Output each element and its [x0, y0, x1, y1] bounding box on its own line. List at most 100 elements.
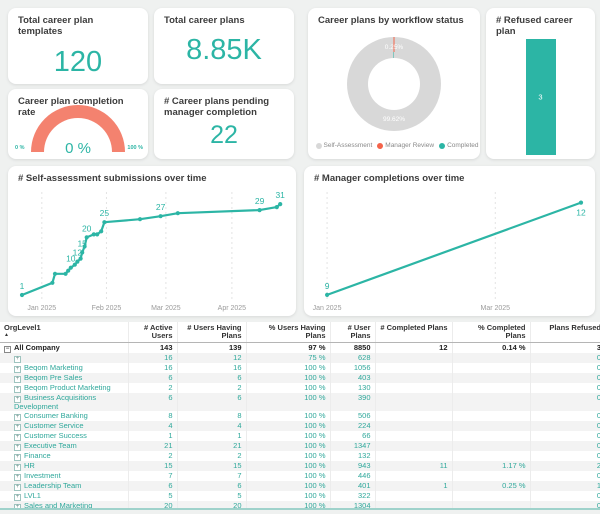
data-point[interactable] — [69, 266, 73, 270]
org-name-cell[interactable]: +Customer Service — [0, 421, 128, 431]
legend-label: Self-Assessment — [324, 142, 373, 149]
column-header[interactable]: # Completed Plans — [375, 322, 452, 342]
kpi-value: 8.85K — [154, 34, 294, 67]
value-cell: 628 — [330, 353, 375, 363]
value-cell: 4 — [128, 421, 177, 431]
value-cell: 1 — [530, 481, 600, 491]
expand-icon[interactable]: + — [14, 474, 21, 481]
org-name-cell[interactable]: +Investment — [0, 471, 128, 481]
value-cell: 6 — [128, 373, 177, 383]
column-header[interactable]: # Active Users — [128, 322, 177, 342]
data-label: 12 — [576, 208, 586, 218]
expand-icon[interactable]: + — [14, 444, 21, 451]
org-name-cell[interactable]: +Beqom Pre Sales — [0, 373, 128, 383]
value-cell — [375, 451, 452, 461]
data-point[interactable] — [85, 235, 89, 239]
org-name-cell[interactable]: −All Company — [0, 342, 128, 353]
value-cell: 5 — [177, 491, 246, 501]
collapse-icon[interactable]: − — [4, 346, 11, 353]
data-point[interactable] — [50, 281, 54, 285]
expand-icon[interactable]: + — [14, 504, 21, 510]
expand-icon[interactable]: + — [14, 484, 21, 491]
value-cell: 6 — [177, 481, 246, 491]
value-cell — [452, 451, 530, 461]
table-row: +Finance22100 %1320 — [0, 451, 600, 461]
value-cell: 0.14 % — [452, 342, 530, 353]
value-cell — [375, 441, 452, 451]
legend-item-manager-review[interactable]: Manager Review — [377, 142, 434, 149]
expand-icon[interactable]: + — [14, 376, 21, 383]
value-cell: 4 — [177, 421, 246, 431]
value-cell: 0 — [530, 451, 600, 461]
refused-bar[interactable]: 3 — [526, 39, 556, 155]
legend-item-completed[interactable]: Completed — [439, 142, 478, 149]
data-point[interactable] — [75, 260, 79, 264]
value-cell — [452, 393, 530, 411]
value-cell: 8 — [177, 411, 246, 421]
expand-icon[interactable]: + — [14, 414, 21, 421]
data-point[interactable] — [159, 214, 163, 218]
org-name-cell[interactable]: +Beqom Marketing — [0, 363, 128, 373]
org-name-cell[interactable]: +Leadership Team — [0, 481, 128, 491]
donut-slice-label: 99.62% — [364, 116, 424, 123]
value-cell: 2 — [128, 451, 177, 461]
org-name-cell[interactable]: +Executive Team — [0, 441, 128, 451]
value-cell: 1.17 % — [452, 461, 530, 471]
value-cell: 8850 — [330, 342, 375, 353]
value-cell — [375, 431, 452, 441]
org-name-cell[interactable]: +Beqom Product Marketing — [0, 383, 128, 393]
table-row: +Customer Success11100 %660 — [0, 431, 600, 441]
org-name-cell[interactable]: +LVL1 — [0, 491, 128, 501]
data-point[interactable] — [80, 250, 84, 254]
value-cell: 100 % — [246, 491, 330, 501]
column-header[interactable]: % Completed Plans — [452, 322, 530, 342]
expand-icon[interactable]: + — [14, 494, 21, 501]
value-cell: 7 — [128, 471, 177, 481]
data-point[interactable] — [176, 211, 180, 215]
column-header[interactable]: % Users Having Plans — [246, 322, 330, 342]
expand-icon[interactable]: + — [14, 464, 21, 471]
org-name-cell[interactable]: +Business Acquisitions Development — [0, 393, 128, 411]
org-name-cell[interactable]: +Consumer Banking — [0, 411, 128, 421]
expand-icon[interactable]: + — [14, 366, 21, 373]
legend-dot-icon — [377, 143, 383, 149]
value-cell: 100 % — [246, 411, 330, 421]
data-point[interactable] — [95, 232, 99, 236]
data-point[interactable] — [99, 229, 103, 233]
data-point[interactable] — [79, 257, 83, 261]
org-name-cell[interactable]: +Sales and Marketing — [0, 501, 128, 510]
expand-icon[interactable]: + — [14, 386, 21, 393]
value-cell — [452, 373, 530, 383]
expand-icon[interactable]: + — [14, 434, 21, 441]
value-cell: 100 % — [246, 471, 330, 481]
expand-icon[interactable]: + — [14, 424, 21, 431]
data-point[interactable] — [258, 208, 262, 212]
legend-item-self-assessment[interactable]: Self-Assessment — [316, 142, 373, 149]
x-axis-tick-label: Jan 2025 — [313, 305, 342, 312]
value-cell: 100 % — [246, 431, 330, 441]
org-name-cell[interactable]: +Finance — [0, 451, 128, 461]
column-header[interactable]: # Users Having Plans — [177, 322, 246, 342]
data-point[interactable] — [138, 217, 142, 221]
column-header[interactable]: OrgLevel1▲ — [0, 322, 128, 342]
org-name-cell[interactable]: +HR — [0, 461, 128, 471]
expand-icon[interactable]: + — [14, 454, 21, 461]
data-point[interactable] — [20, 293, 24, 297]
data-point[interactable] — [53, 272, 57, 276]
org-name-cell[interactable]: +Customer Success — [0, 431, 128, 441]
expand-icon[interactable]: + — [14, 356, 21, 363]
data-point[interactable] — [275, 205, 279, 209]
data-point[interactable] — [579, 201, 583, 205]
value-cell: 100 % — [246, 373, 330, 383]
data-point[interactable] — [102, 220, 106, 224]
value-cell: 0 — [530, 373, 600, 383]
data-point[interactable] — [83, 244, 87, 248]
value-cell: 6 — [177, 373, 246, 383]
value-cell: 21 — [128, 441, 177, 451]
data-point[interactable] — [325, 293, 329, 297]
column-header[interactable]: Plans Refused — [530, 322, 600, 342]
value-cell: 143 — [128, 342, 177, 353]
column-header[interactable]: # User Plans — [330, 322, 375, 342]
data-point[interactable] — [278, 202, 282, 206]
org-name-cell[interactable]: + — [0, 353, 128, 363]
